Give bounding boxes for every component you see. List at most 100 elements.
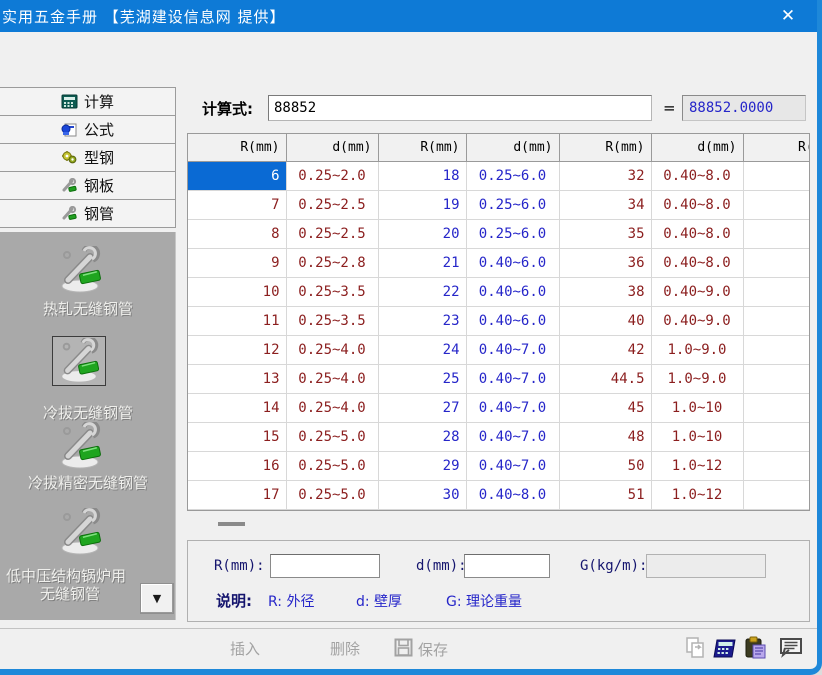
table-cell[interactable]: 45 — [559, 393, 651, 422]
table-cell[interactable]: 28 — [378, 422, 466, 451]
table-cell[interactable]: 0.40~9.0 — [651, 306, 743, 335]
table-cell[interactable]: 20 — [378, 219, 466, 248]
table-row[interactable]: 6 0.25~2.0 18 0.25~6.0 32 0.40~8.0 — [188, 161, 810, 190]
calculator-icon[interactable] — [712, 635, 738, 661]
table-cell[interactable]: 17 — [188, 480, 286, 509]
insert-button[interactable]: 插入 — [230, 638, 260, 659]
table-cell[interactable]: 0.25~4.0 — [286, 393, 378, 422]
table-cell[interactable] — [743, 364, 810, 393]
sidebar-item-formula[interactable]: 公式 — [0, 115, 176, 144]
table-cell[interactable]: 51 — [559, 480, 651, 509]
table-cell[interactable] — [743, 480, 810, 509]
selected-cell[interactable]: 6 — [188, 161, 286, 190]
table-cell[interactable]: 0.40~7.0 — [466, 364, 559, 393]
table-cell[interactable]: 35 — [559, 219, 651, 248]
table-cell[interactable]: 8 — [188, 219, 286, 248]
table-cell[interactable]: 0.40~8.0 — [651, 161, 743, 190]
table-cell[interactable]: 15 — [188, 422, 286, 451]
table-cell[interactable] — [743, 306, 810, 335]
table-cell[interactable]: 21 — [378, 248, 466, 277]
table-cell[interactable]: 0.40~7.0 — [466, 393, 559, 422]
pipe-type-hot-rolled[interactable]: 热轧无缝钢管 — [0, 298, 176, 319]
table-cell[interactable]: 0.25~2.8 — [286, 248, 378, 277]
table-cell[interactable] — [743, 248, 810, 277]
table-cell[interactable]: 18 — [378, 161, 466, 190]
table-cell[interactable]: 0.25~5.0 — [286, 451, 378, 480]
cold-drawn-precision-pipe-icon[interactable] — [54, 422, 108, 472]
table-cell[interactable]: 1.0~9.0 — [651, 335, 743, 364]
table-row[interactable]: 16 0.25~5.0 29 0.40~7.0 50 1.0~12 — [188, 451, 810, 480]
table-cell[interactable]: 1.0~12 — [651, 451, 743, 480]
table-cell[interactable]: 19 — [378, 190, 466, 219]
table-cell[interactable]: 24 — [378, 335, 466, 364]
table-cell[interactable]: 0.25~4.0 — [286, 364, 378, 393]
table-cell[interactable]: 44.5 — [559, 364, 651, 393]
table-cell[interactable]: 11 — [188, 306, 286, 335]
table-cell[interactable]: 25 — [378, 364, 466, 393]
table-cell[interactable] — [743, 393, 810, 422]
table-cell[interactable]: 50 — [559, 451, 651, 480]
table-cell[interactable] — [743, 335, 810, 364]
table-cell[interactable]: 48 — [559, 422, 651, 451]
table-row[interactable]: 9 0.25~2.8 21 0.40~6.0 36 0.40~8.0 — [188, 248, 810, 277]
table-cell[interactable]: 7 — [188, 190, 286, 219]
table-cell[interactable] — [743, 190, 810, 219]
table-cell[interactable]: 32 — [559, 161, 651, 190]
table-cell[interactable]: 0.25~6.0 — [466, 219, 559, 248]
sidebar-item-calculate[interactable]: 计算 — [0, 87, 176, 116]
sidebar-item-steel-pipe[interactable]: 钢管 — [0, 199, 176, 228]
calc-expression-input[interactable] — [268, 95, 652, 121]
table-cell[interactable]: 0.40~8.0 — [651, 190, 743, 219]
table-cell[interactable]: 1.0~10 — [651, 422, 743, 451]
table-cell[interactable]: 10 — [188, 277, 286, 306]
pipe-type-cold-drawn-precision[interactable]: 冷拔精密无缝钢管 — [0, 472, 176, 493]
boiler-pipe-icon[interactable] — [54, 508, 108, 558]
table-cell[interactable]: 29 — [378, 451, 466, 480]
table-cell[interactable]: 0.40~7.0 — [466, 451, 559, 480]
table-row[interactable]: 14 0.25~4.0 27 0.40~7.0 45 1.0~10 — [188, 393, 810, 422]
paste-icon[interactable] — [742, 635, 768, 661]
pipe-type-boiler-line2[interactable]: 无缝钢管 — [0, 583, 140, 604]
table-cell[interactable]: 34 — [559, 190, 651, 219]
table-cell[interactable]: 22 — [378, 277, 466, 306]
table-cell[interactable]: 0.25~2.0 — [286, 161, 378, 190]
table-cell[interactable]: 0.40~6.0 — [466, 277, 559, 306]
table-cell[interactable]: 0.40~7.0 — [466, 422, 559, 451]
table-cell[interactable]: 38 — [559, 277, 651, 306]
pipe-type-dropdown-button[interactable]: ▼ — [140, 583, 174, 614]
table-cell[interactable]: 23 — [378, 306, 466, 335]
table-cell[interactable]: 0.40~8.0 — [651, 248, 743, 277]
table-cell[interactable]: 0.25~4.0 — [286, 335, 378, 364]
table-row[interactable]: 10 0.25~3.5 22 0.40~6.0 38 0.40~9.0 — [188, 277, 810, 306]
table-row[interactable]: 17 0.25~5.0 30 0.40~8.0 51 1.0~12 — [188, 480, 810, 509]
table-cell[interactable]: 42 — [559, 335, 651, 364]
table-row[interactable]: 13 0.25~4.0 25 0.40~7.0 44.5 1.0~9.0 — [188, 364, 810, 393]
table-cell[interactable]: 12 — [188, 335, 286, 364]
table-cell[interactable] — [743, 422, 810, 451]
sidebar-item-steel-plate[interactable]: 钢板 — [0, 171, 176, 200]
table-cell[interactable]: 0.25~3.5 — [286, 277, 378, 306]
notes-icon[interactable] — [778, 635, 804, 661]
horizontal-scroll-thumb[interactable] — [218, 522, 245, 526]
table-cell[interactable]: 30 — [378, 480, 466, 509]
table-cell[interactable]: 27 — [378, 393, 466, 422]
table-row[interactable]: 8 0.25~2.5 20 0.25~6.0 35 0.40~8.0 — [188, 219, 810, 248]
table-cell[interactable]: 0.40~8.0 — [466, 480, 559, 509]
save-button[interactable]: 保存 — [394, 638, 448, 661]
table-cell[interactable]: 0.25~2.5 — [286, 190, 378, 219]
title-bar[interactable]: 实用五金手册 【芜湖建设信息网 提供】 ✕ — [0, 0, 822, 32]
table-cell[interactable]: 1.0~12 — [651, 480, 743, 509]
table-row[interactable]: 11 0.25~3.5 23 0.40~6.0 40 0.40~9.0 — [188, 306, 810, 335]
table-cell[interactable]: 0.25~5.0 — [286, 480, 378, 509]
table-cell[interactable]: 40 — [559, 306, 651, 335]
table-row[interactable]: 12 0.25~4.0 24 0.40~7.0 42 1.0~9.0 — [188, 335, 810, 364]
table-row[interactable]: 15 0.25~5.0 28 0.40~7.0 48 1.0~10 — [188, 422, 810, 451]
table-cell[interactable]: 0.25~2.5 — [286, 219, 378, 248]
table-cell[interactable]: 0.40~6.0 — [466, 306, 559, 335]
table-cell[interactable]: 13 — [188, 364, 286, 393]
r-input[interactable] — [270, 554, 380, 578]
table-cell[interactable]: 1.0~10 — [651, 393, 743, 422]
pipe-type-cold-drawn[interactable]: 冷拔无缝钢管 — [0, 402, 176, 423]
table-cell[interactable]: 14 — [188, 393, 286, 422]
table-cell[interactable]: 0.40~7.0 — [466, 335, 559, 364]
